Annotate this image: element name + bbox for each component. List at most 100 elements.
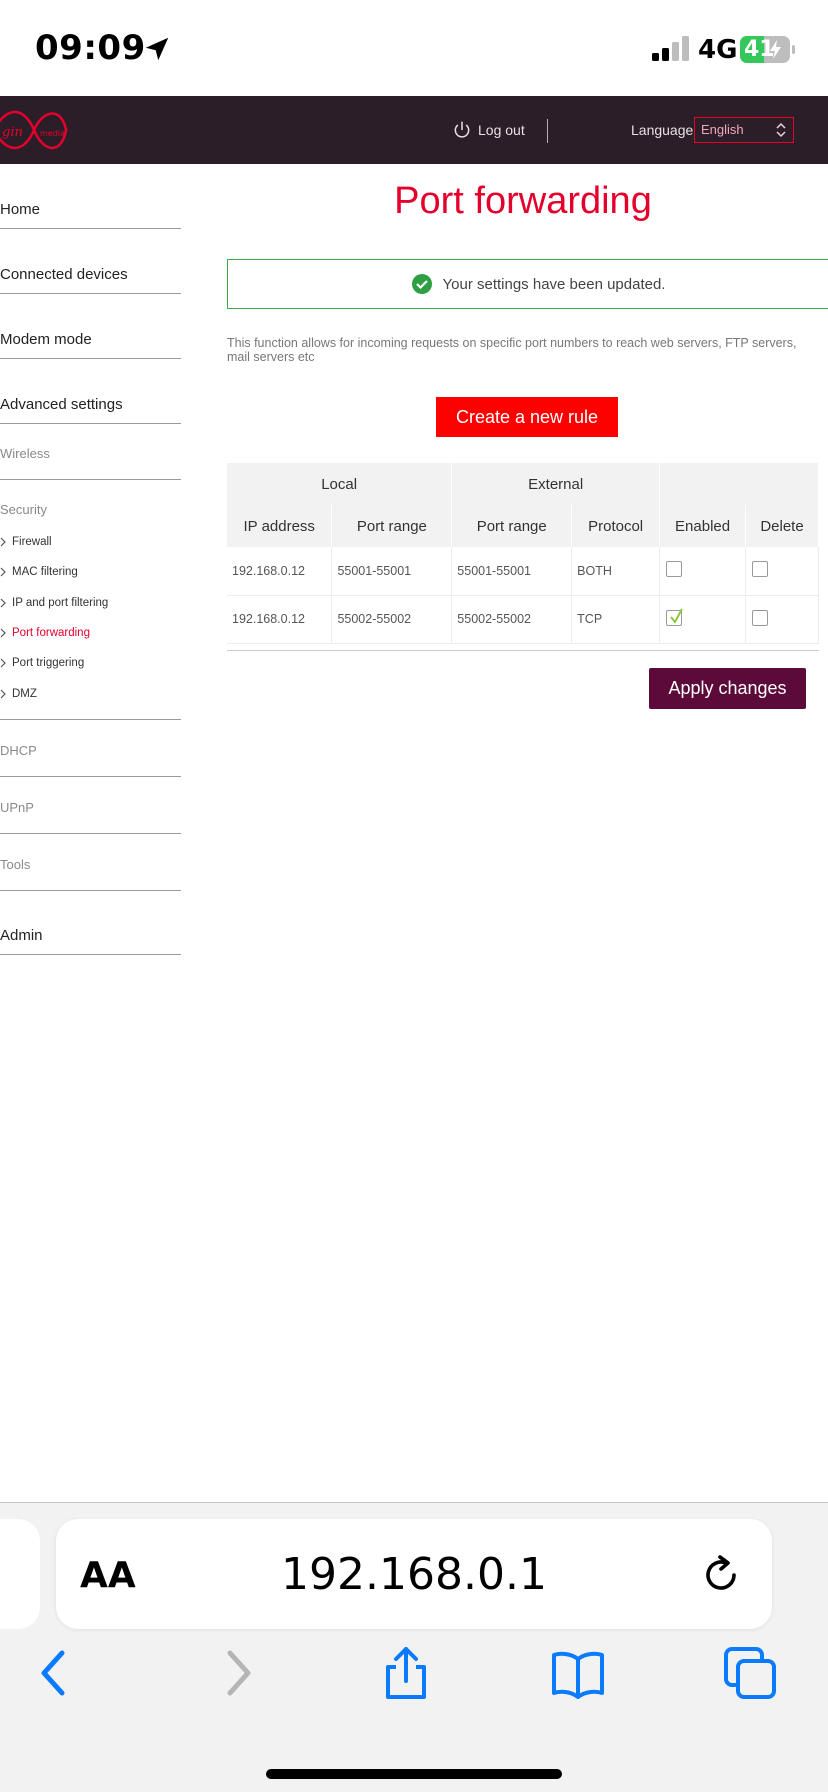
url-text[interactable]: 192.168.0.1 [56, 1549, 772, 1600]
checkmark-icon [670, 608, 683, 624]
enabled-checkbox[interactable] [666, 608, 683, 626]
cell-delete [745, 595, 819, 644]
column-header: Enabled [659, 505, 747, 547]
reload-icon[interactable] [702, 1555, 742, 1597]
enabled-checkbox[interactable] [666, 561, 683, 578]
sidebar-item-advanced-settings[interactable]: Advanced settings [0, 359, 181, 424]
virgin-media-logo[interactable]: gin media [0, 102, 70, 158]
sidebar-section-label: Wireless [0, 446, 50, 461]
svg-text:gin: gin [2, 125, 23, 140]
language-select[interactable]: English [694, 117, 794, 143]
delete-checkbox[interactable] [752, 609, 769, 626]
apply-changes-button[interactable]: Apply changes [649, 668, 806, 709]
sidebar-item-label: Advanced settings [0, 396, 123, 413]
bookmarks-icon[interactable] [550, 1645, 606, 1701]
chevron-right-icon [0, 598, 6, 608]
sidebar-item-firewall[interactable]: Firewall [0, 536, 52, 548]
sidebar-item-label: Port triggering [12, 657, 85, 669]
svg-text:media: media [40, 129, 65, 138]
column-header: Port range [451, 505, 573, 547]
sidebar-item-modem-mode[interactable]: Modem mode [0, 294, 181, 359]
cell-local-port: 55002-55002 [331, 595, 453, 644]
language-label: Language [631, 122, 694, 138]
battery-level: 41 [744, 37, 775, 62]
cell-protocol: BOTH [571, 547, 661, 596]
sidebar-item-port-triggering[interactable]: Port triggering [0, 657, 84, 669]
cell-enabled [659, 595, 747, 644]
tabs-icon[interactable] [722, 1645, 778, 1701]
chevron-right-icon [0, 689, 6, 699]
safari-toolbar: AA 192.168.0.1 [0, 1502, 828, 1792]
port-forwarding-table: Local External IP address Port range Por… [227, 463, 819, 644]
logout-link[interactable]: Log out [452, 116, 525, 144]
sidebar-item-label: IP and port filtering [12, 597, 109, 609]
select-arrows-icon [776, 122, 786, 138]
sidebar-item-home[interactable]: Home [0, 164, 181, 229]
sidebar-item-label: Port forwarding [12, 627, 90, 639]
check-circle-icon [411, 274, 432, 294]
sidebar-item-port-forwarding[interactable]: Port forwarding [0, 627, 90, 639]
sidebar-item-label: Firewall [12, 536, 52, 548]
sidebar-item-label: Connected devices [0, 266, 128, 283]
sidebar-item-label: Admin [0, 927, 43, 944]
success-message: Your settings have been updated. [442, 275, 666, 293]
group-header-empty [659, 463, 819, 505]
sidebar-item-mac-filtering[interactable]: MAC filtering [0, 566, 78, 578]
address-bar[interactable]: AA 192.168.0.1 [56, 1519, 772, 1629]
cell-local-port: 55001-55001 [331, 547, 453, 596]
page-title: Port forwarding [394, 180, 652, 222]
cell-enabled [659, 547, 747, 596]
page-description: This function allows for incoming reques… [227, 336, 797, 364]
sidebar-section-upnp[interactable]: UPnP [0, 777, 181, 834]
cellular-signal-icon [652, 36, 689, 61]
group-header-external: External [451, 463, 661, 505]
table-divider [227, 650, 819, 651]
status-time: 09:09 [35, 28, 146, 68]
table-row: 192.168.0.12 55001-55001 55001-55001 BOT… [227, 547, 819, 596]
router-header: gin media Log out Language English [0, 96, 828, 164]
share-icon[interactable] [378, 1645, 434, 1701]
home-indicator [266, 1769, 562, 1779]
network-type: 4G [698, 35, 738, 65]
delete-checkbox[interactable] [752, 561, 769, 578]
sidebar-section-security: Security Firewall MAC filtering IP and p… [0, 480, 181, 720]
column-header: Protocol [571, 505, 661, 547]
chevron-right-icon [0, 537, 6, 547]
cell-ip: 192.168.0.12 [227, 547, 333, 596]
create-rule-button[interactable]: Create a new rule [436, 397, 618, 437]
sidebar-item-dmz[interactable]: DMZ [0, 688, 37, 700]
header-divider [547, 119, 548, 143]
language-value: English [701, 122, 744, 137]
sidebar-item-connected-devices[interactable]: Connected devices [0, 229, 181, 294]
sidebar-section-label[interactable]: Security [0, 502, 47, 517]
forward-icon[interactable] [208, 1645, 264, 1701]
cell-delete [745, 547, 819, 596]
sidebar-item-label: MAC filtering [12, 566, 78, 578]
table-row: 192.168.0.12 55002-55002 55002-55002 TCP [227, 595, 819, 644]
chevron-right-icon [0, 658, 6, 668]
cell-ip: 192.168.0.12 [227, 595, 333, 644]
sidebar-item-admin[interactable]: Admin [0, 891, 181, 955]
table-header-row: IP address Port range Port range Protoco… [227, 505, 819, 547]
sidebar-item-label: Home [0, 201, 41, 218]
ios-status-bar: 09:09 4G 41 [0, 0, 828, 96]
sidebar-item-label: DMZ [12, 688, 37, 700]
sidebar-section-label: Tools [0, 857, 31, 872]
sidebar-item-label: Modem mode [0, 331, 92, 348]
back-icon[interactable] [28, 1645, 84, 1701]
sidebar-section-tools[interactable]: Tools [0, 834, 181, 891]
sidebar-section-wireless[interactable]: Wireless [0, 424, 181, 480]
chevron-right-icon [0, 628, 6, 638]
column-header: IP address [227, 505, 333, 547]
power-icon [454, 121, 470, 138]
logout-label: Log out [478, 122, 525, 138]
location-arrow-icon [145, 37, 169, 61]
chevron-right-icon [0, 567, 6, 577]
sidebar-section-label: UPnP [0, 800, 34, 815]
group-header-local: Local [227, 463, 453, 505]
sidebar-section-dhcp[interactable]: DHCP [0, 720, 181, 777]
sidebar-item-ip-port-filtering[interactable]: IP and port filtering [0, 597, 108, 609]
column-header: Delete [745, 505, 819, 547]
column-header: Port range [331, 505, 453, 547]
previous-tab-preview[interactable] [0, 1519, 40, 1629]
